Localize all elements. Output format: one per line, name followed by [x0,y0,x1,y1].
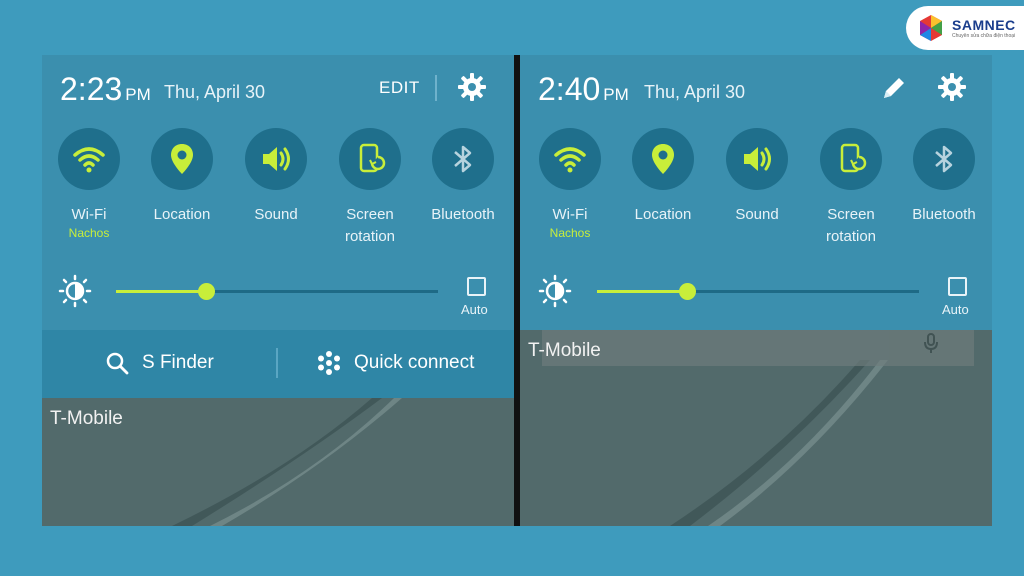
panel-header: 2:23 PM Thu, April 30 EDIT [42,55,514,125]
logo-name: SAMNEC [952,17,1016,33]
screen-rotation-icon [840,143,867,173]
notification-panel-left: 2:23 PM Thu, April 30 EDIT Wi-Fi Nachos … [42,55,514,526]
microphone-icon[interactable] [920,332,942,354]
brightness-fill [116,290,206,293]
carrier-label: T-Mobile [528,340,601,361]
date-label: Thu, April 30 [164,82,266,102]
quick-connect-icon [318,351,340,375]
toggle-sound[interactable]: Sound [710,128,804,226]
toggle-label: Bluetooth [431,206,495,223]
wifi-network-name: Nachos [68,226,110,240]
brightness-row: Auto [42,269,514,319]
toggle-label: Location [153,206,211,223]
quick-connect-button[interactable]: Quick connect [316,350,474,376]
location-icon [652,144,674,174]
toggle-label: Bluetooth [912,206,976,223]
settings-gear-icon[interactable] [936,71,968,103]
brightness-sun-icon [538,274,572,308]
brightness-sun-icon [58,274,92,308]
search-icon [106,352,129,375]
clock: 2:23 PM [60,71,151,107]
samnec-logo: SAMNEC Chuyên sửa chữa điện thoại [906,6,1024,50]
s-finder-button[interactable]: S Finder [104,350,214,376]
brightness-slider[interactable] [597,283,919,300]
toggle-label: Location [634,206,692,223]
auto-brightness-label: Auto [461,302,488,317]
quick-toggles: Wi-Fi Nachos Location Sound Screen rotat… [520,128,992,248]
action-separator [276,348,278,378]
auto-brightness-label: Auto [942,302,969,317]
brightness-slider[interactable] [116,283,438,300]
date-label: Thu, April 30 [644,82,746,102]
toggle-screen-rotation[interactable]: Screen rotation [804,128,898,248]
quick-toggles: Wi-Fi Nachos Location Sound Screen rotat… [42,128,514,248]
bluetooth-icon [935,145,953,173]
auto-brightness-checkbox[interactable] [467,277,486,296]
toggle-wifi[interactable]: Wi-Fi Nachos [523,128,617,240]
action-bar: S Finder Quick connect [42,330,514,398]
toggle-location[interactable]: Location [135,128,229,226]
sound-icon [744,147,771,171]
toggle-wifi[interactable]: Wi-Fi Nachos [42,128,136,240]
logo-tagline: Chuyên sửa chữa điện thoại [952,33,1016,39]
toggle-bluetooth[interactable]: Bluetooth [416,128,510,226]
toggle-label: Sound [735,206,779,223]
toggle-label: Sound [254,206,298,223]
sound-icon [263,147,290,171]
carrier-label: T-Mobile [50,408,123,429]
toggle-label: Wi-Fi [552,206,588,223]
brightness-row: Auto [520,269,992,319]
clock: 2:40 PM [538,71,629,107]
brightness-knob[interactable] [198,283,215,300]
toggle-location[interactable]: Location [616,128,710,226]
samnec-logo-icon [920,15,942,41]
toggle-label: Screen rotation [344,206,396,245]
header-separator [435,75,437,101]
toggle-screen-rotation[interactable]: Screen rotation [323,128,417,248]
wifi-network-name: Nachos [549,226,591,240]
panel-header: 2:40 PM Thu, April 30 [520,55,992,125]
screen-rotation-icon [359,143,386,173]
home-wallpaper: T-Mobile [42,398,514,526]
wifi-icon [554,147,586,173]
toggle-bluetooth[interactable]: Bluetooth [897,128,991,226]
home-wallpaper: T-Mobile [520,330,992,526]
bluetooth-icon [454,145,472,173]
notification-panel-right: 2:40 PM Thu, April 30 Wi-Fi Nachos Locat… [520,55,992,526]
toggle-sound[interactable]: Sound [229,128,323,226]
brightness-knob[interactable] [679,283,696,300]
edit-button[interactable]: EDIT [379,78,420,98]
wifi-icon [73,147,105,173]
toggle-label: Screen rotation [825,206,877,245]
toggle-label: Wi-Fi [71,206,107,223]
edit-pencil-icon[interactable] [878,72,910,104]
location-icon [171,144,193,174]
s-finder-label: S Finder [142,352,214,373]
brightness-fill [597,290,687,293]
quick-connect-label: Quick connect [354,352,475,373]
google-search-widget[interactable] [542,330,974,366]
auto-brightness-checkbox[interactable] [948,277,967,296]
settings-gear-icon[interactable] [456,71,488,103]
